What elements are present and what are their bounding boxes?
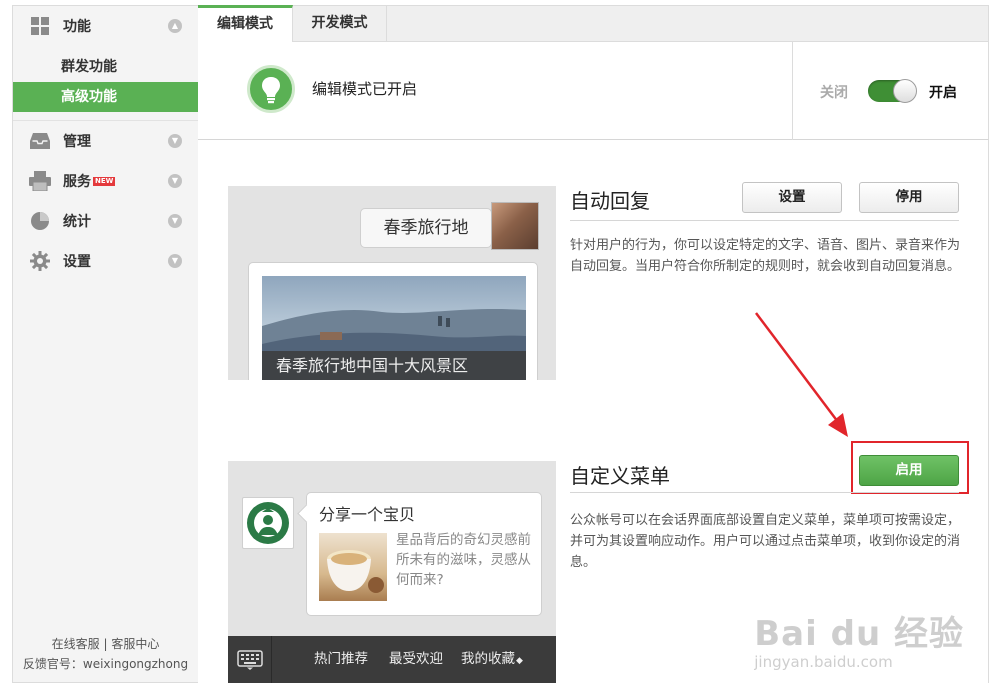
watermark-sub: jingyan.baidu.com: [754, 653, 893, 671]
toggle-knob: [893, 79, 917, 103]
chevron-up-icon[interactable]: ▲: [168, 19, 182, 33]
tab-edit-mode[interactable]: 编辑模式: [198, 5, 293, 43]
mode-status-banner: 编辑模式已开启 关闭 开启: [198, 42, 989, 140]
lightbulb-icon: [247, 65, 295, 113]
inbox-icon: [29, 130, 51, 152]
sidebar: 功能 ▲ 群发功能 高级功能 管理 ▼ 服务 NEW ▼ 统计 ▼ 设置 ▼ 在…: [12, 5, 198, 683]
chevron-down-icon[interactable]: ▼: [168, 254, 182, 268]
mode-status-text: 编辑模式已开启: [312, 80, 418, 98]
nav-section-stats[interactable]: 统计 ▼: [13, 201, 198, 241]
online-service-link[interactable]: 在线客服: [52, 637, 100, 651]
baidu-jingyan-watermark: Bai du 经验 jingyan.baidu.com: [754, 606, 964, 671]
sidebar-item-mass-send[interactable]: 群发功能: [13, 52, 198, 82]
printer-icon: [29, 170, 51, 192]
chevron-down-icon[interactable]: ▼: [168, 134, 182, 148]
chevron-down-icon[interactable]: ▼: [168, 174, 182, 188]
nav-section-manage[interactable]: 管理 ▼: [13, 121, 198, 161]
watermark-main: Bai du 经验: [754, 614, 964, 654]
nav-section-label: 统计: [63, 214, 91, 230]
pie-chart-icon: [29, 210, 51, 232]
nav-section-features[interactable]: 功能 ▲: [13, 6, 198, 46]
chevron-down-icon[interactable]: ▼: [168, 214, 182, 228]
grid-icon: [29, 15, 51, 37]
nav-section-label: 功能: [63, 19, 91, 35]
footer-separator: |: [103, 637, 108, 651]
toggle-off-label[interactable]: 关闭: [820, 82, 848, 102]
nav-section-label: 管理: [63, 134, 91, 150]
annotation-arrow-icon: [755, 312, 848, 437]
sidebar-item-advanced[interactable]: 高级功能: [13, 82, 198, 112]
sidebar-footer: 在线客服 | 客服中心 反馈官号：weixingongzhong: [13, 634, 198, 674]
gear-icon: [29, 250, 51, 272]
nav-section-settings[interactable]: 设置 ▼: [13, 241, 198, 281]
nav-section-label: 服务: [63, 174, 91, 190]
nav-section-label: 设置: [63, 254, 91, 270]
mode-tabbar: 编辑模式 开发模式: [198, 5, 989, 43]
tab-dev-mode[interactable]: 开发模式: [293, 5, 387, 42]
feature-list: 春季旅行地 春季旅行地中国十大风景区 自动回复 设置 停用 针对用户的行为，你可…: [198, 140, 989, 683]
new-badge: NEW: [93, 176, 116, 186]
edit-mode-toggle[interactable]: [868, 79, 917, 103]
toggle-on-label[interactable]: 开启: [929, 82, 957, 102]
service-center-link[interactable]: 客服中心: [111, 637, 159, 651]
feedback-account: 反馈官号：weixingongzhong: [22, 657, 189, 671]
nav-section-service[interactable]: 服务 NEW ▼: [13, 161, 198, 201]
divider: [792, 42, 793, 140]
